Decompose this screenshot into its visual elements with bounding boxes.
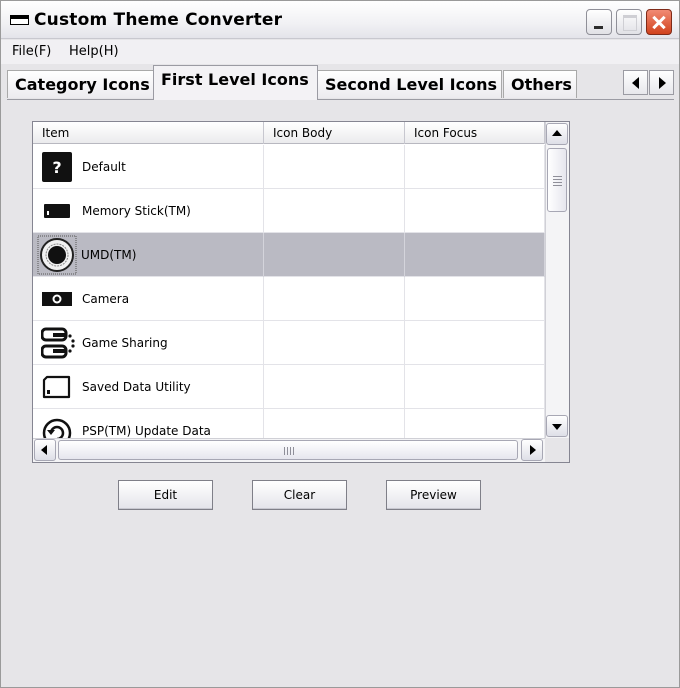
grip-icon xyxy=(553,185,562,186)
memory-stick-icon xyxy=(44,204,70,218)
arrow-left-icon xyxy=(632,77,639,89)
tab-second-level-icons[interactable]: Second Level Icons xyxy=(317,70,502,98)
umd-disc-icon xyxy=(37,235,77,275)
cell-icon-body[interactable] xyxy=(264,145,405,189)
tab-category-icons[interactable]: Category Icons xyxy=(7,70,154,98)
tab-others[interactable]: Others xyxy=(503,70,577,98)
list-item-label: PSP(TM) Update Data xyxy=(82,424,211,438)
cell-icon-body[interactable] xyxy=(264,277,405,321)
cell-icon-body[interactable] xyxy=(264,409,405,438)
scroll-down-button[interactable] xyxy=(546,415,568,437)
scroll-right-button[interactable] xyxy=(521,439,543,461)
saved-data-icon xyxy=(42,375,71,399)
list-item-label: Saved Data Utility xyxy=(82,380,191,394)
cell-icon-focus[interactable] xyxy=(405,233,545,277)
scrollbar-corner xyxy=(545,438,569,462)
update-icon xyxy=(42,418,72,438)
menu-help[interactable]: Help(H) xyxy=(69,44,119,59)
list-item[interactable]: UMD(TM) xyxy=(33,233,545,277)
clear-button[interactable]: Clear xyxy=(252,480,347,510)
column-header-item[interactable]: Item xyxy=(33,122,264,144)
menu-bar: File(F) Help(H) xyxy=(1,40,679,64)
cell-icon-focus[interactable] xyxy=(405,409,545,438)
menu-file[interactable]: File(F) xyxy=(12,44,51,59)
cell-item: UMD(TM) xyxy=(33,233,264,277)
tab-scroll-left-button[interactable] xyxy=(623,70,648,95)
grip-icon xyxy=(553,179,562,180)
list-item-label: Default xyxy=(82,160,126,174)
title-bar[interactable]: Custom Theme Converter xyxy=(1,1,679,39)
list-item[interactable]: Camera xyxy=(33,277,545,321)
camera-icon xyxy=(42,292,72,306)
vertical-scrollbar[interactable] xyxy=(545,122,569,438)
arrow-up-icon xyxy=(552,130,562,136)
grip-icon xyxy=(553,182,562,183)
list-item-label: UMD(TM) xyxy=(81,248,137,262)
window-title: Custom Theme Converter xyxy=(34,10,283,30)
minimize-button[interactable] xyxy=(586,9,612,35)
close-button[interactable] xyxy=(646,9,672,35)
cell-item: Camera xyxy=(33,277,264,321)
list-header: Item Icon Body Icon Focus xyxy=(33,122,545,144)
list-item[interactable]: Game Sharing xyxy=(33,321,545,365)
cell-item: Game Sharing xyxy=(33,321,264,365)
grip-icon xyxy=(284,447,285,455)
icon-list[interactable]: Item Icon Body Icon Focus ? Default Memo… xyxy=(32,121,570,463)
tab-first-level-icons[interactable]: First Level Icons xyxy=(153,65,318,100)
horizontal-scroll-thumb[interactable] xyxy=(58,440,518,460)
scroll-up-button[interactable] xyxy=(546,123,568,145)
scroll-left-button[interactable] xyxy=(34,439,56,461)
cell-icon-focus[interactable] xyxy=(405,321,545,365)
cell-icon-body[interactable] xyxy=(264,321,405,365)
arrow-left-icon xyxy=(41,445,47,455)
arrow-right-icon xyxy=(659,77,666,89)
list-item[interactable]: Saved Data Utility xyxy=(33,365,545,409)
game-sharing-icon xyxy=(41,327,75,359)
cell-icon-focus[interactable] xyxy=(405,277,545,321)
list-rows: ? Default Memory Stick(TM) UMD(TM) Camer… xyxy=(33,145,545,438)
cell-item: ? Default xyxy=(33,145,264,189)
list-item-label: Camera xyxy=(82,292,130,306)
cell-item: Memory Stick(TM) xyxy=(33,189,264,233)
app-icon[interactable] xyxy=(10,15,29,25)
grip-icon xyxy=(293,447,294,455)
cell-item: Saved Data Utility xyxy=(33,365,264,409)
grip-icon xyxy=(287,447,288,455)
edit-button[interactable]: Edit xyxy=(118,480,213,510)
cell-icon-body[interactable] xyxy=(264,233,405,277)
list-item[interactable]: ? Default xyxy=(33,145,545,189)
list-item[interactable]: Memory Stick(TM) xyxy=(33,189,545,233)
tab-scroll-right-button[interactable] xyxy=(649,70,674,95)
horizontal-scrollbar[interactable] xyxy=(33,438,545,462)
cell-item: PSP(TM) Update Data xyxy=(33,409,264,438)
cell-icon-focus[interactable] xyxy=(405,189,545,233)
question-icon: ? xyxy=(42,152,72,182)
app-window: Custom Theme Converter File(F) Help(H) C… xyxy=(0,0,680,688)
cell-icon-focus[interactable] xyxy=(405,365,545,409)
grip-icon xyxy=(290,447,291,455)
grip-icon xyxy=(553,176,562,177)
cell-icon-focus[interactable] xyxy=(405,145,545,189)
cell-icon-body[interactable] xyxy=(264,189,405,233)
list-item[interactable]: PSP(TM) Update Data xyxy=(33,409,545,438)
svg-text:?: ? xyxy=(52,158,61,177)
list-item-label: Game Sharing xyxy=(82,336,168,350)
vertical-scroll-thumb[interactable] xyxy=(547,148,567,212)
maximize-button[interactable] xyxy=(616,9,642,35)
arrow-right-icon xyxy=(530,445,536,455)
column-header-icon-body[interactable]: Icon Body xyxy=(264,122,405,144)
cell-icon-body[interactable] xyxy=(264,365,405,409)
arrow-down-icon xyxy=(552,424,562,430)
list-item-label: Memory Stick(TM) xyxy=(82,204,191,218)
tab-strip: Category Icons First Level Icons Second … xyxy=(1,64,679,100)
column-header-icon-focus[interactable]: Icon Focus xyxy=(405,122,545,144)
preview-button[interactable]: Preview xyxy=(386,480,481,510)
